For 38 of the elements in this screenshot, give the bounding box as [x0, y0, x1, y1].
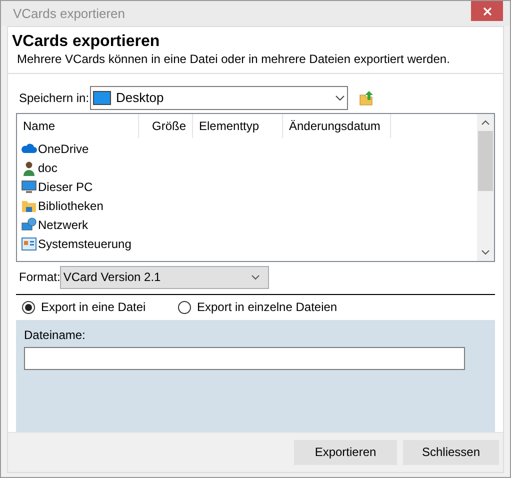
column-header[interactable]: Elementtyp [193, 114, 283, 138]
close-icon [482, 6, 492, 16]
column-header[interactable]: Name [17, 114, 139, 138]
dialog-button[interactable]: Schliessen [403, 440, 499, 465]
scrollbar[interactable] [477, 114, 494, 261]
filename-label: Dateiname: [24, 326, 86, 344]
dialog-description: Mehrere VCards können in eine Datei oder in mehrere Dateien exportiert werden. [16, 52, 451, 67]
location-dropdown[interactable]: Desktop [90, 86, 348, 110]
chevron-down-icon [251, 274, 260, 280]
radio-option[interactable]: Export in einzelne Dateien [178, 298, 338, 316]
folder-up-icon [359, 90, 376, 106]
file-item[interactable]: Dieser PC [38, 178, 93, 196]
format-label: Format: [19, 269, 60, 286]
save-in-label: Speichern in: [19, 90, 90, 107]
scroll-down-icon [481, 250, 490, 255]
dialog-heading: VCards exportieren [12, 32, 161, 52]
scroll-thumb[interactable] [478, 130, 493, 191]
file-item[interactable]: Bibliotheken [38, 197, 104, 216]
column-header[interactable]: Änderungsdatum [283, 114, 391, 138]
radio-option[interactable]: Export in eine Datei [22, 298, 178, 316]
close-button[interactable] [471, 1, 503, 22]
control-panel-icon [21, 236, 37, 252]
folder-icon [21, 198, 37, 214]
format-dropdown[interactable]: VCard Version 2.1 [60, 266, 270, 289]
file-item[interactable]: Systemsteuerung [38, 235, 132, 254]
window-title: VCards exportieren [13, 4, 125, 23]
chevron-down-icon [335, 94, 346, 101]
file-item[interactable]: doc [38, 159, 58, 178]
scroll-up-icon [481, 120, 490, 125]
file-item[interactable]: Netzwerk [38, 216, 88, 234]
column-header[interactable]: Größe [139, 114, 193, 138]
dialog-button[interactable]: Exportieren [294, 440, 397, 465]
monitor-icon [21, 179, 37, 196]
person-icon [21, 160, 37, 176]
network-icon [21, 217, 37, 234]
filename-field[interactable] [24, 346, 465, 370]
desktop-icon [93, 90, 112, 105]
file-item[interactable]: OneDrive [38, 140, 89, 158]
